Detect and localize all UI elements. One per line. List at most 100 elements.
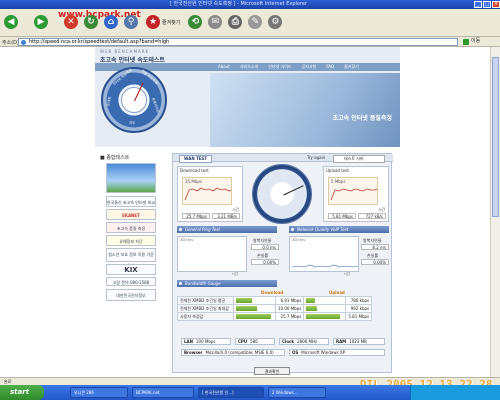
ping-axis: 200 ms — [180, 238, 194, 242]
download-title: Download test — [180, 168, 209, 173]
upload-bytes: 727 kB/s — [358, 213, 386, 219]
menu-dial[interactable]: 인터넷 속도측정 망별 속도측정 트래픽 유해사이트 지도 — [101, 67, 167, 133]
bw-download-header: Download — [261, 290, 284, 295]
ping-loss-value: 0.00% — [251, 259, 279, 265]
nav-notice[interactable]: 공지사항 — [297, 63, 322, 71]
voip-jitter-value: 8.2 ms — [361, 244, 389, 250]
download-bytes: 3.21 MB/s — [212, 213, 240, 219]
ping-jitter-value: 0.0 ms — [251, 244, 279, 250]
bw-up-bar — [303, 304, 347, 313]
nav-guide[interactable]: 인터넷 가이드 — [263, 63, 296, 71]
try-again-button[interactable]: Try again — [307, 155, 325, 161]
table-row: 전체된 XMBD 조건일 최대값 10.00 Mbps 992 kbps — [177, 304, 373, 313]
bw-up-bar — [303, 312, 347, 321]
bw-up-fill — [306, 306, 318, 311]
browser-toolbar: www.bcpark.net ◀ ▶ ✕ ↻ ⌂ ⚲ ★ 즐겨찾기 ⟲ ✉ ⎙ … — [0, 9, 500, 37]
nav-about[interactable]: About — [213, 63, 235, 71]
search-icon[interactable]: ⚲ — [124, 15, 138, 29]
taskbar-item[interactable]: 2 Windows... — [268, 387, 326, 398]
dial-label-harmful[interactable]: 유해사이트 — [150, 97, 160, 114]
speedtest-panel: WAN TEST Try again 테스트 서버 Download test … — [172, 153, 393, 373]
left-menu-item-ekanet[interactable]: EKANET — [106, 209, 156, 220]
voip-loss-value: 0.00% — [361, 259, 389, 265]
left-menu-title: ■ 종합테스트 — [100, 155, 130, 161]
download-speed: 25.7 Mbps — [182, 213, 210, 219]
tools-icon[interactable]: ⚙ — [268, 15, 283, 29]
bw-up-value: 5.81 Mbps — [345, 312, 373, 321]
bw-row-label: 사용자 측정값 — [177, 312, 234, 321]
go-button[interactable]: 이동 — [462, 38, 492, 46]
bw-down-bar — [233, 312, 276, 321]
upload-graph: 5 Mbps — [328, 177, 378, 205]
print-icon[interactable]: ⎙ — [228, 15, 243, 29]
left-menu-item-egov[interactable]: 대한민국전자정부 — [106, 289, 156, 301]
nav-favorites[interactable]: 줄겨찾기 — [339, 63, 364, 71]
window-titlebar: [ 한국전산원 인터넷 속도측정 ] - Microsoft Internet … — [0, 0, 500, 9]
start-button[interactable]: start — [0, 385, 44, 400]
favorites-label[interactable]: 즐겨찾기 — [162, 19, 180, 26]
ping-xlabel: 시간 — [231, 272, 238, 276]
bw-up-value: 786 kbps — [345, 296, 373, 305]
tab-wan-test[interactable]: WAN TEST — [179, 155, 213, 163]
scrollbar-thumb[interactable] — [492, 57, 499, 217]
close-button[interactable]: × — [492, 1, 500, 8]
sys-cpu: CPU 586 — [235, 338, 275, 345]
left-menu-item-block[interactable]: 유해정보 차단 — [106, 235, 156, 246]
result-check-button[interactable]: 결과확인 — [254, 367, 290, 375]
favorites-icon[interactable]: ★ — [146, 15, 160, 29]
left-menu-item-quality[interactable]: 초고속 품질 측정 — [106, 222, 156, 233]
test-server-select[interactable]: 테스트 서버 — [333, 155, 385, 163]
left-menu-item-kix[interactable]: KIX — [106, 264, 156, 275]
address-label: 주소(D) — [2, 40, 19, 46]
vertical-scrollbar[interactable] — [490, 47, 500, 377]
nav-service[interactable]: 서비스소개 — [235, 63, 263, 71]
history-icon[interactable]: ⟲ — [188, 15, 203, 29]
refresh-icon[interactable]: ↻ — [84, 15, 98, 29]
dial-label-traffic[interactable]: 트래픽 — [107, 96, 114, 106]
speed-gauge — [252, 164, 312, 224]
address-bar: 주소(D) http://speed.nca.or.kr/speedtest/d… — [0, 37, 500, 47]
panel-topbar: WAN TEST Try again 테스트 서버 — [173, 154, 393, 163]
forward-icon[interactable]: ▶ — [34, 15, 48, 29]
bw-down-fill — [236, 298, 252, 303]
bandwidth-table: 전체된 XMBD 조건일 평균 6.91 Mbps 786 kbps 전체된 X… — [177, 296, 373, 321]
left-menu-banner[interactable] — [106, 163, 156, 193]
bw-down-fill — [236, 314, 272, 319]
home-icon[interactable]: ⌂ — [104, 15, 118, 29]
sys-browser: Browser Mozilla/4.0 (compatible; MSIE 6.0… — [181, 349, 285, 356]
bw-up-bar — [303, 296, 347, 305]
gauge-needle — [283, 185, 304, 196]
bw-upload-header: Upload — [329, 290, 345, 295]
maximize-button[interactable]: □ — [483, 1, 491, 8]
address-input[interactable]: http://speed.nca.or.kr/speedtest/default… — [18, 38, 458, 46]
bw-down-value: 25.7 Mbps — [274, 312, 305, 321]
mail-icon[interactable]: ✉ — [208, 15, 223, 29]
taskbar-item[interactable]: 유니콘 286 — [70, 387, 128, 398]
taskbar-item[interactable]: [ 한국전산원 인...] — [198, 387, 264, 398]
bw-row-label: 전체된 XMBD 조건일 최대값 — [177, 304, 234, 313]
dial-label-map[interactable]: 지도 — [129, 121, 135, 126]
header-subtitle: WEB BENCHMARK — [100, 49, 150, 54]
upload-title: Upload test — [326, 168, 349, 173]
sys-os: OS Microsoft Windows XP — [289, 349, 385, 356]
sys-ram: RAM 1023 MB — [333, 338, 385, 345]
bandwidth-section-header: Bandwidth Gauge — [177, 280, 277, 287]
stop-icon[interactable]: ✕ — [64, 15, 78, 29]
left-menu-item-youth[interactable]: 청소년 보호 정보 이용 기준 서비스 — [106, 248, 156, 268]
minimize-button[interactable]: _ — [474, 1, 482, 8]
edit-icon[interactable]: ✎ — [248, 15, 263, 29]
page-content: WEB BENCHMARK 초고속 인터넷 속도테스트 About 서비스소개 인터… — [0, 47, 500, 377]
taskbar-item[interactable]: BCPARK.net — [132, 387, 194, 398]
download-card: Download test 35 Mbps 시간 25.7 Mbps 3.21 … — [177, 166, 243, 222]
download-graph: 35 Mbps — [182, 177, 232, 205]
nav-faq[interactable]: FAQ — [321, 63, 339, 71]
bw-down-value: 6.91 Mbps — [274, 296, 305, 305]
bw-down-value: 10.00 Mbps — [274, 304, 305, 313]
ping-plot: 200 ms 시간 — [177, 236, 247, 276]
address-url[interactable]: http://speed.nca.or.kr/speedtest/default… — [29, 39, 169, 45]
left-menu-item-compare[interactable]: 한국통신 초고속 인터넷 비교정보 — [106, 196, 156, 216]
status-text: 완료 — [4, 379, 12, 384]
back-icon[interactable]: ◀ — [4, 15, 18, 29]
sys-lan: LAN 100 Mbps — [181, 338, 231, 345]
left-menu-item-report[interactable]: 고장 문의 080-1588 — [106, 277, 156, 286]
